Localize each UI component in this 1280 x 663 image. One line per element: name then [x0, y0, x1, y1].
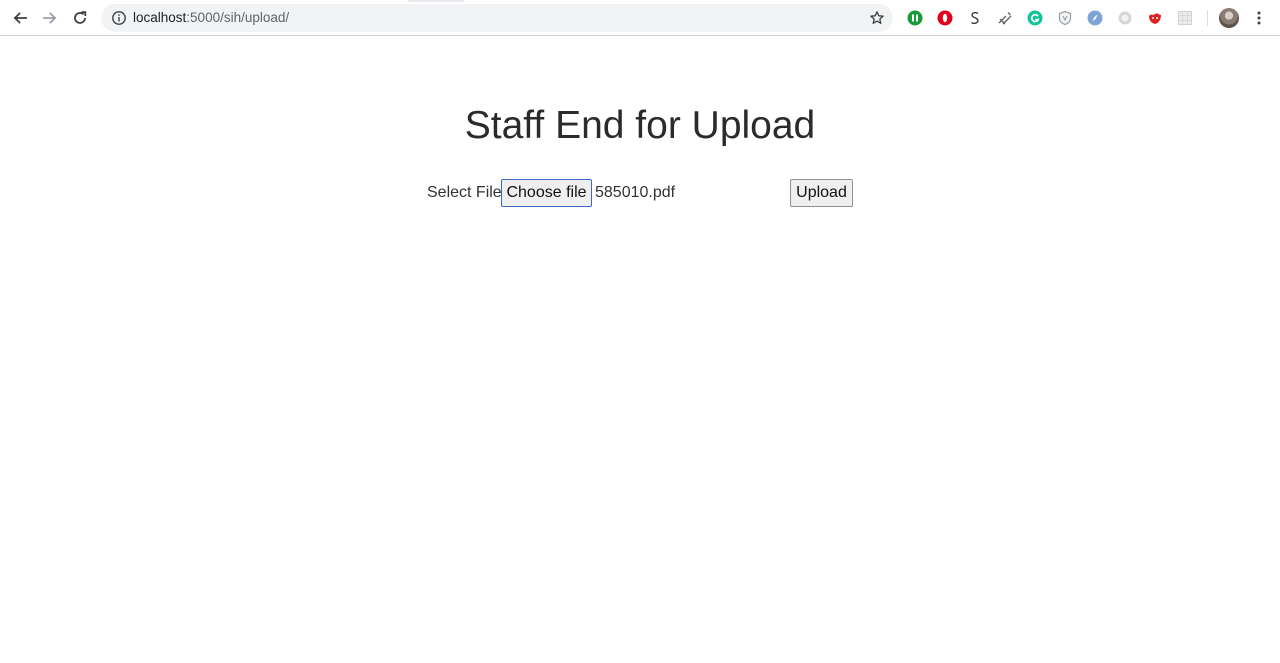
s-extension-icon[interactable]	[967, 10, 983, 26]
toolbar-separator	[1207, 10, 1208, 26]
profile-avatar[interactable]	[1219, 8, 1239, 28]
tab-strip-edge	[408, 0, 464, 2]
reload-icon	[74, 11, 87, 24]
upload-button[interactable]: Upload	[790, 179, 853, 207]
url-text[interactable]: localhost:5000/sih/upload/	[133, 10, 289, 26]
opera-icon[interactable]	[937, 10, 953, 26]
choose-file-button[interactable]: Choose file	[501, 179, 592, 207]
url-path: :5000/sih/upload/	[186, 10, 290, 25]
circle-extension-icon[interactable]	[1117, 10, 1133, 26]
select-file-label: Select File	[427, 184, 502, 201]
bookmark-star-icon[interactable]	[869, 10, 885, 26]
shield-icon[interactable]	[1057, 10, 1073, 26]
page-title: Staff End for Upload	[464, 104, 816, 147]
url-host: localhost	[133, 10, 187, 25]
browser-toolbar: localhost:5000/sih/upload/	[0, 0, 1280, 36]
info-icon[interactable]	[111, 10, 127, 26]
back-arrow-icon	[13, 12, 27, 24]
address-bar[interactable]: localhost:5000/sih/upload/	[101, 4, 893, 32]
forward-button[interactable]	[39, 7, 61, 29]
wrench-icon[interactable]	[997, 10, 1013, 26]
grammarly-icon[interactable]	[1027, 10, 1043, 26]
grid-extension-icon[interactable]	[1177, 10, 1193, 26]
back-button[interactable]	[9, 7, 31, 29]
forward-arrow-icon	[43, 12, 57, 24]
more-menu-icon[interactable]	[1255, 10, 1263, 26]
selected-file-name: 585010.pdf	[595, 184, 676, 201]
reload-button[interactable]	[69, 7, 91, 29]
clockify-icon[interactable]	[907, 10, 923, 26]
red-extension-icon[interactable]	[1147, 10, 1163, 26]
compass-icon[interactable]	[1087, 10, 1103, 26]
page-content: Staff End for Upload Select File Choose …	[0, 36, 1280, 663]
